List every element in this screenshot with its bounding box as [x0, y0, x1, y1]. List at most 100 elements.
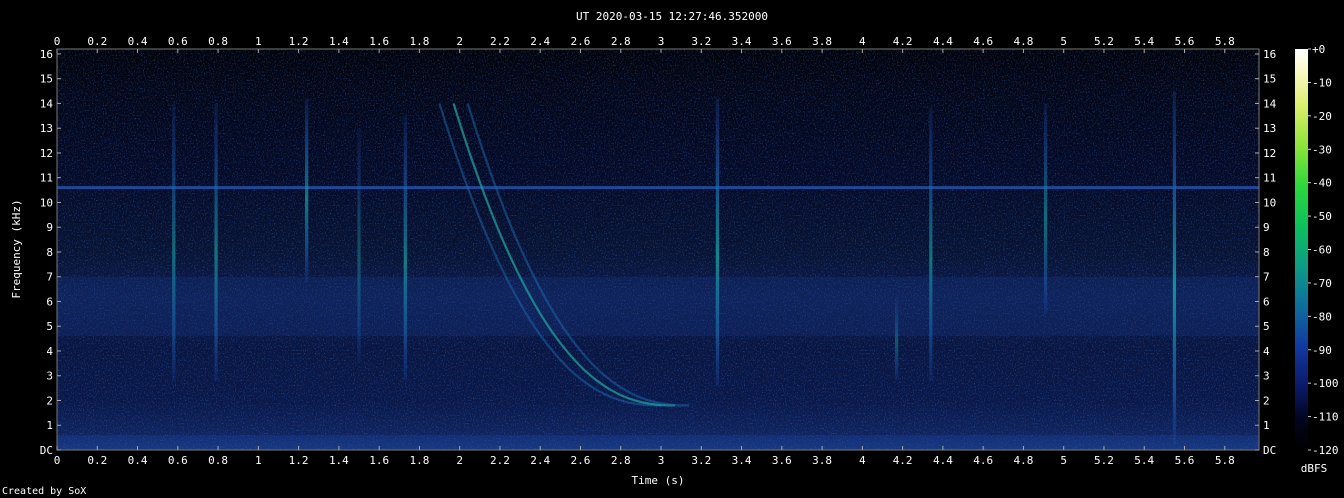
y-axis-label: Frequency (kHz) [10, 199, 23, 298]
x-tick-label-bottom: 0 [54, 454, 61, 467]
x-tick-label-bottom: 1.2 [289, 454, 309, 467]
chart-title: UT 2020-03-15 12:27:46.352000 [576, 10, 768, 23]
spectrogram-chart: UT 2020-03-15 12:27:46.352000 0 0.2 0.4 0.6… [2, 10, 1339, 497]
x-tick-label-bottom: 2.6 [571, 454, 591, 467]
x-tick-label-top: 4.6 [973, 35, 993, 48]
x-tick-label-top: 1.4 [329, 35, 349, 48]
plot-area [56, 48, 1260, 451]
colorbar-tick-label: -30 [1312, 143, 1332, 156]
colorbar-tick-label: -40 [1312, 177, 1332, 190]
y-tick-label-right: 5 [1263, 320, 1270, 333]
y-tick-label-right: 13 [1263, 122, 1276, 135]
impulse-line [357, 128, 361, 364]
x-tick-label-top: 0.4 [128, 35, 148, 48]
x-tick-label-bottom: 4.2 [893, 454, 913, 467]
y-tick-label-left: 14 [40, 97, 54, 110]
footer-credit: Created by SoX [2, 486, 86, 497]
x-tick-label-top: 4.2 [893, 35, 913, 48]
x-tick-label-top: 4.4 [933, 35, 953, 48]
colorbar-tick-label: -10 [1312, 76, 1332, 89]
y-tick-label-left: 5 [46, 320, 53, 333]
colorbar-tick-label: -110 [1312, 411, 1339, 424]
x-tick-label-bottom: 3.4 [732, 454, 752, 467]
x-tick-label-bottom: 1.6 [369, 454, 389, 467]
x-tick-label-bottom: 2.8 [611, 454, 631, 467]
impulse-line [1043, 103, 1048, 314]
y-tick-label-left: 3 [46, 370, 53, 383]
x-tick-label-bottom: 1.8 [409, 454, 429, 467]
x-tick-label-top: 0.6 [168, 35, 188, 48]
x-tick-label-top: 5.6 [1175, 35, 1195, 48]
noise-band [57, 276, 1259, 337]
y-tick-label-right: 15 [1263, 73, 1276, 86]
y-tick-label-left: 8 [46, 246, 53, 259]
y-tick-label-right: 10 [1263, 196, 1276, 209]
colorbar: +0 -10 -20 -30 -40 -50 -60 -70 -80 -90 -100 -110 -12… [1295, 43, 1339, 475]
x-tick-label-top: 4 [859, 35, 866, 48]
colorbar-tick-label: -100 [1312, 377, 1339, 390]
x-tick-label-top: 0.2 [87, 35, 107, 48]
x-tick-label-bottom: 3.8 [812, 454, 832, 467]
y-tick-label-left: 10 [40, 196, 53, 209]
colorbar-tick-label: -50 [1312, 210, 1332, 223]
x-tick-label-top: 2.2 [490, 35, 510, 48]
y-tick-label-right: 14 [1263, 97, 1277, 110]
x-tick-label-bottom: 2 [456, 454, 463, 467]
y-tick-label-left: 13 [40, 122, 53, 135]
y-tick-label-left: 11 [40, 172, 53, 185]
impulse-line [172, 103, 176, 381]
colorbar-gradient [1295, 49, 1308, 450]
x-tick-label-top: 5 [1060, 35, 1067, 48]
impulse-line [305, 98, 309, 282]
x-tick-label-top: 3.8 [812, 35, 832, 48]
x-tick-label-bottom: 4.4 [933, 454, 953, 467]
x-tick-label-top: 5.8 [1215, 35, 1235, 48]
x-tick-label-bottom: 5.4 [1134, 454, 1154, 467]
impulse-line [1172, 91, 1177, 446]
impulse-line [929, 108, 933, 381]
colorbar-tick-label: +0 [1312, 43, 1325, 56]
y-tick-label-left: DC [40, 444, 53, 457]
impulse-line [214, 103, 218, 381]
noise-texture [57, 49, 1259, 450]
y-tick-label-left: 16 [40, 48, 53, 61]
x-axis-label: Time (s) [632, 474, 685, 487]
x-tick-label-bottom: 0.6 [168, 454, 188, 467]
x-tick-label-top: 3 [658, 35, 665, 48]
x-tick-label-top: 2.8 [611, 35, 631, 48]
x-tick-label-bottom: 2.2 [490, 454, 510, 467]
x-tick-label-top: 0.8 [208, 35, 228, 48]
x-tick-label-bottom: 0.2 [87, 454, 107, 467]
y-tick-label-right: 12 [1263, 147, 1276, 160]
colorbar-tick-label: -70 [1312, 277, 1332, 290]
impulse-line [715, 98, 719, 386]
x-tick-label-top: 3.2 [691, 35, 711, 48]
y-tick-label-left: 7 [46, 271, 53, 284]
x-tick-label-top: 0 [54, 35, 61, 48]
y-tick-label-left: 12 [40, 147, 53, 160]
x-tick-label-bottom: 3.2 [691, 454, 711, 467]
y-tick-label-right: DC [1263, 444, 1276, 457]
x-tick-label-top: 2.4 [530, 35, 550, 48]
y-tick-label-left: 4 [46, 345, 53, 358]
y-tick-label-right: 8 [1263, 246, 1270, 259]
y-tick-label-right: 6 [1263, 295, 1270, 308]
y-tick-label-left: 15 [40, 73, 53, 86]
tone-line [57, 186, 1259, 190]
x-tick-label-top: 3.6 [772, 35, 792, 48]
y-tick-label-left: 9 [46, 221, 53, 234]
dc-band [57, 435, 1259, 450]
x-tick-label-bottom: 3.6 [772, 454, 792, 467]
x-tick-label-bottom: 4 [859, 454, 866, 467]
x-tick-label-bottom: 4.8 [1013, 454, 1033, 467]
y-tick-label-right: 3 [1263, 370, 1270, 383]
x-tick-label-bottom: 0.4 [128, 454, 148, 467]
y-tick-label-left: 1 [46, 419, 53, 432]
x-tick-label-top: 2.6 [571, 35, 591, 48]
y-tick-label-right: 11 [1263, 172, 1276, 185]
y-tick-label-right: 9 [1263, 221, 1270, 234]
x-tick-label-bottom: 3 [658, 454, 665, 467]
y-tick-label-left: 2 [46, 394, 53, 407]
x-tick-label-bottom: 5.2 [1094, 454, 1114, 467]
x-tick-label-top: 1 [255, 35, 262, 48]
